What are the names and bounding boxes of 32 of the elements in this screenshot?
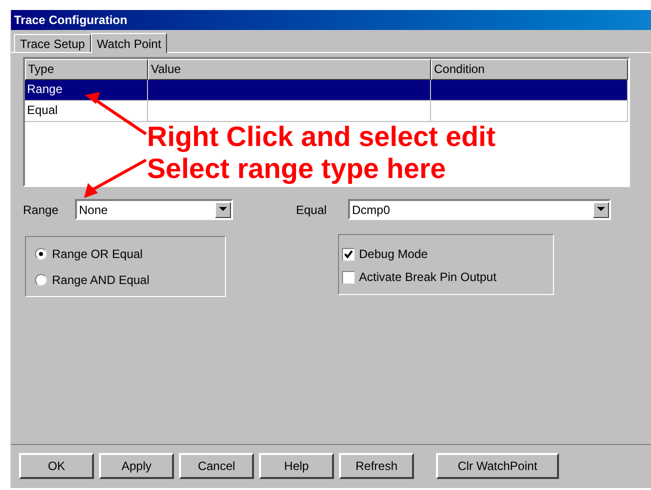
annotation-text: Right Click and select edit — [147, 123, 496, 151]
equal-dropdown[interactable]: Dcmp0 — [348, 199, 611, 220]
checkbox[interactable] — [342, 270, 355, 284]
radio-label[interactable]: Range AND Equal — [52, 270, 150, 288]
checkbox[interactable] — [342, 248, 355, 260]
table-cell: Equal — [27, 103, 58, 117]
radio-button[interactable] — [35, 274, 47, 286]
range-dropdown[interactable]: None — [75, 199, 233, 220]
arrow — [82, 158, 148, 200]
table-row[interactable]: Range — [25, 80, 628, 101]
column-header[interactable]: Value — [148, 59, 431, 80]
dialog-button[interactable]: Clr WatchPoint — [436, 452, 559, 478]
dialog-button[interactable]: Cancel — [179, 452, 254, 478]
arrow — [84, 91, 148, 137]
annotation-text: Select range type here — [147, 155, 446, 183]
window-title: Trace Configuration — [14, 12, 128, 29]
field-label: Equal — [296, 202, 328, 218]
checkbox-label[interactable]: Debug Mode — [359, 245, 428, 263]
tab[interactable]: Trace Setup — [14, 34, 91, 52]
dialog-button[interactable]: Help — [259, 452, 334, 478]
table-cell: Range — [27, 82, 62, 96]
checkbox-label[interactable]: Activate Break Pin Output — [359, 268, 496, 286]
column-header[interactable]: Type — [25, 59, 148, 80]
dialog-button[interactable]: Refresh — [339, 452, 414, 478]
dialog-button[interactable]: OK — [19, 452, 94, 478]
radio-label[interactable]: Range OR Equal — [52, 244, 143, 262]
radio-button[interactable] — [35, 248, 47, 260]
tab[interactable]: Watch Point — [90, 33, 168, 53]
table-row[interactable]: Equal — [25, 101, 628, 122]
dialog-button[interactable]: Apply — [99, 452, 174, 478]
column-header[interactable]: Condition — [431, 59, 628, 80]
field-label: Range — [23, 202, 60, 218]
